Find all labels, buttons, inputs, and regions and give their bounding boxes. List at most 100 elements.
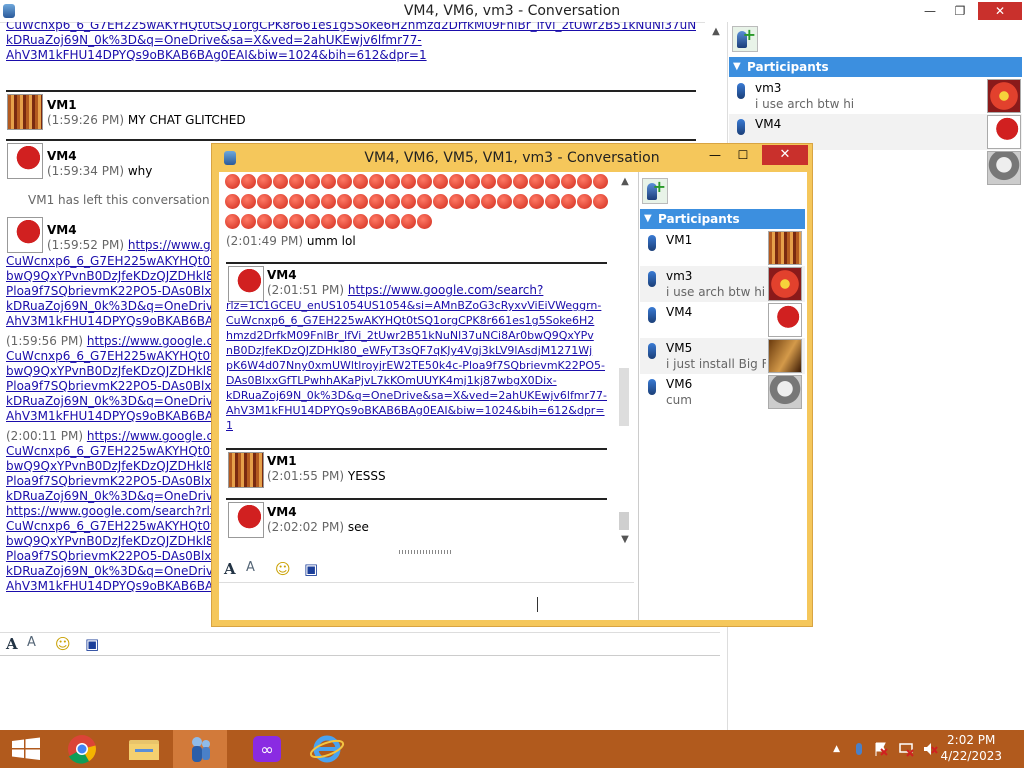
foreground-conversation-window: VM4, VM6, VM5, VM1, vm3 - Conversation —… (211, 143, 813, 627)
link-line[interactable]: hmzd2DrfkM09FnlBr_lfVi_2tUwr2B51kNuNl37u… (226, 328, 607, 343)
bg-maximize-button[interactable]: ❐ (946, 2, 974, 20)
scroll-up-arrow-icon[interactable]: ▲ (705, 26, 727, 37)
fg-message-input[interactable] (219, 582, 634, 621)
bg-format-toolbar: A A ☺ ▣ (0, 632, 720, 655)
participants-header[interactable]: ▼ Participants (640, 209, 805, 229)
emoticon-icon[interactable]: ☺ (275, 560, 291, 578)
avatar-vm4 (228, 266, 264, 302)
participant-row[interactable]: VM6 cum (640, 374, 805, 410)
participant-row[interactable]: vm3 i use arch btw hi (729, 78, 1022, 114)
volume-muted-icon[interactable] (922, 741, 938, 760)
participant-row[interactable]: vm3 i use arch btw hi (640, 266, 805, 302)
link-line[interactable]: pK6W4d07Nny0xmUWltlroyjrEW2TE50k4c-Ploa9… (226, 358, 607, 373)
message-line: (2:01:51 PM) https://www.google.com/sear… (267, 283, 543, 298)
link-line[interactable]: nB0DzJfeKDzQJZDHkl80_eWFyT3sQF7qKJy4Vgj3… (226, 343, 607, 358)
show-hidden-icons-arrow[interactable]: ▲ (833, 744, 840, 754)
message-sender: VM1 (47, 98, 77, 112)
fg-transcript: (2:01:49 PM) umm lol VM4 (2:01:51 PM) ht… (219, 172, 612, 547)
participant-avatar (768, 375, 802, 409)
participant-name: VM6 (666, 377, 693, 391)
participant-row[interactable]: VM1 (640, 230, 805, 266)
font-icon[interactable]: A (224, 560, 236, 578)
message-time: (1:59:56 PM) (6, 334, 84, 348)
fg-minimize-button[interactable]: — (702, 145, 728, 165)
angry-emoticon-icon (577, 194, 592, 209)
angry-emoticon-icon (401, 194, 416, 209)
collapse-arrow-icon: ▼ (733, 61, 741, 72)
participants-header-label: Participants (747, 60, 829, 74)
clock[interactable]: 2:02 PM 4/22/2023 (940, 732, 1002, 764)
text-style-icon[interactable]: A (27, 635, 36, 650)
bg-message-input[interactable] (0, 655, 720, 731)
link-line[interactable]: CuWcnxp6_6_G7EH225wAKYHQt0tSQ1orgCPK8r66… (226, 313, 607, 328)
message-separator (226, 448, 607, 450)
taskbar-file-explorer[interactable] (117, 730, 171, 768)
link-line[interactable]: AhV3M1kFHU14DPYQs9oBKAB6BAg0EAI&biw=1024… (226, 403, 607, 418)
bg-close-button[interactable]: ✕ (978, 2, 1022, 20)
scroll-thumb[interactable] (619, 368, 629, 426)
taskbar-messenger-active[interactable] (173, 730, 227, 768)
splitter-grip[interactable] (399, 550, 453, 554)
folder-icon (129, 740, 159, 760)
angry-emoticon-icon (289, 194, 304, 209)
angry-emoticon-icon (369, 174, 384, 189)
angry-emoticon-icon (545, 174, 560, 189)
participant-row[interactable]: VM5 i just install Big F... (640, 338, 805, 374)
text-style-icon[interactable]: A (246, 560, 255, 575)
plus-icon: + (652, 177, 666, 196)
message-time: (2:01:51 PM) (267, 283, 345, 297)
link-line[interactable]: AhV3M1kFHU14DPYQs9oBKAB6BAg0EAI&biw=1024… (6, 48, 696, 63)
link-line[interactable]: DAs0BlxxGfTLPwhhAKaPjvL7kKOmUUYK4mj1kj87… (226, 373, 607, 388)
svg-text:∞: ∞ (260, 740, 273, 759)
angry-emoticon-icon (497, 174, 512, 189)
taskbar-chrome[interactable] (55, 730, 109, 768)
angry-emoticon-icon (225, 174, 240, 189)
emoticon-icon[interactable]: ☺ (55, 635, 71, 653)
fg-close-button[interactable]: ✕ (762, 145, 808, 165)
message-time: (2:02:02 PM) (267, 520, 345, 534)
fg-titlebar[interactable]: VM4, VM6, VM5, VM1, vm3 - Conversation —… (212, 144, 812, 172)
status-icon (648, 235, 656, 251)
taskbar-internet-explorer[interactable] (300, 730, 354, 768)
link-line[interactable]: 1 (226, 418, 607, 433)
message-text: YESSS (347, 469, 386, 483)
angry-emoticon-icon (577, 174, 592, 189)
taskbar-app-infinity[interactable]: ∞ (240, 730, 294, 768)
message-line: (1:59:34 PM) why (47, 164, 152, 178)
messenger-tray-icon[interactable] (852, 741, 866, 760)
internet-explorer-icon (309, 735, 345, 763)
taskbar: ∞ ▲ 2:02 PM 4/22/2023 (0, 730, 1024, 768)
save-icon[interactable]: ▣ (85, 635, 99, 653)
link-line[interactable]: kDRuaZoj69N_0k%3D&q=OneDrive&sa=X&ved=2a… (6, 33, 696, 48)
participants-header[interactable]: ▼ Participants (729, 57, 1022, 77)
link-line[interactable]: rlz=1C1GCEU_enUS1054US1054&si=AMnBZoG3cR… (226, 298, 607, 313)
participant-row[interactable]: VM4 (640, 302, 805, 338)
add-participant-button[interactable]: + (732, 25, 758, 52)
scroll-thumb-lower[interactable] (619, 512, 629, 530)
infinity-app-icon: ∞ (253, 736, 281, 762)
bg-window-title: VM4, VM6, vm3 - Conversation (403, 3, 621, 19)
participant-status: i just install Big F... (666, 357, 766, 371)
font-icon[interactable]: A (6, 635, 18, 653)
link-line[interactable]: kDRuaZoj69N_0k%3D&q=OneDrive&sa=X&ved=2a… (226, 388, 607, 403)
network-icon[interactable] (898, 741, 914, 760)
fg-scrollbar[interactable]: ▲ ▼ (616, 172, 634, 547)
save-icon[interactable]: ▣ (304, 560, 318, 578)
add-participant-button[interactable]: + (642, 177, 668, 204)
link-line[interactable]: CuWcnxp6_6_G7EH225wAKYHQt0tSQ1orgCPK8r66… (6, 22, 696, 33)
start-button[interactable] (0, 730, 54, 768)
message-sender: VM4 (47, 149, 77, 163)
bg-minimize-button[interactable]: — (916, 2, 944, 20)
participant-avatar (987, 115, 1021, 149)
angry-emoticon-icon (337, 214, 352, 229)
fg-maximize-button[interactable]: ☐ (730, 145, 756, 165)
message-link[interactable]: https://www.google.com/search? (348, 283, 544, 297)
plus-icon: + (742, 25, 756, 44)
scroll-up-arrow-icon[interactable]: ▲ (616, 176, 634, 187)
bg-titlebar[interactable]: VM4, VM6, vm3 - Conversation — ❐ ✕ (0, 0, 1024, 23)
scroll-down-arrow-icon[interactable]: ▼ (616, 534, 634, 545)
action-center-flag-icon[interactable] (873, 741, 889, 760)
participant-name: VM1 (666, 233, 693, 247)
status-icon (737, 83, 745, 99)
message-time: (1:59:34 PM) (47, 164, 125, 178)
